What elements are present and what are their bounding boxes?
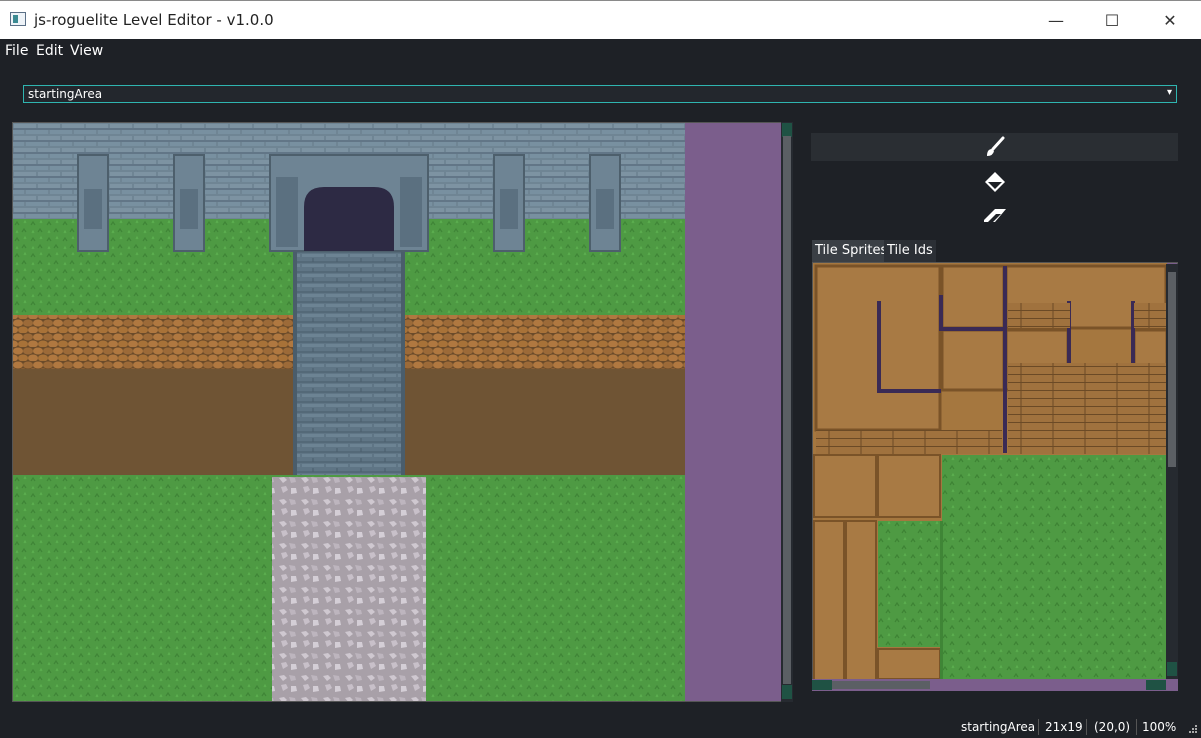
maximize-button[interactable]: ☐ — [1083, 1, 1141, 39]
window-title: js-roguelite Level Editor - v1.0.0 — [34, 11, 274, 29]
paintbrush-icon — [986, 136, 1004, 156]
menu-view[interactable]: View — [70, 43, 103, 59]
title-bar: js-roguelite Level Editor - v1.0.0 — ☐ ✕ — [0, 0, 1201, 39]
sprite-horizontal-scrollbar[interactable] — [812, 679, 1178, 691]
tile-sprite-sheet[interactable] — [812, 262, 1178, 691]
erase-tool[interactable] — [811, 202, 1178, 230]
scrollbar-thumb[interactable] — [783, 136, 791, 684]
status-level-size: 21x19 — [1045, 720, 1083, 734]
status-divider — [1086, 719, 1087, 735]
paint-tool[interactable] — [811, 133, 1178, 161]
tool-palette — [810, 131, 1178, 227]
scroll-left-arrow[interactable] — [812, 680, 832, 690]
scroll-down-arrow[interactable] — [1167, 662, 1177, 676]
sprite-sheet-image[interactable] — [813, 263, 1178, 691]
resize-grip-icon[interactable] — [1186, 724, 1198, 736]
status-divider — [1038, 719, 1039, 735]
eraser-icon — [983, 209, 1006, 222]
app-icon — [10, 12, 26, 26]
tab-tile-sprites[interactable]: Tile Sprites — [812, 240, 891, 262]
menu-bar: File Edit View — [0, 39, 1201, 63]
level-select[interactable]: startingArea ▾ — [23, 85, 1177, 103]
map-canvas[interactable] — [12, 122, 793, 702]
status-zoom: 100% — [1142, 720, 1177, 734]
minimize-button[interactable]: — — [1027, 1, 1085, 39]
scroll-down-arrow[interactable] — [782, 685, 792, 699]
fill-tool[interactable] — [811, 168, 1178, 196]
scrollbar-thumb[interactable] — [1168, 272, 1176, 467]
sprite-vertical-scrollbar[interactable] — [1166, 264, 1178, 679]
map-tiles[interactable] — [13, 123, 793, 702]
chevron-down-icon: ▾ — [1166, 87, 1172, 98]
tab-tile-ids[interactable]: Tile Ids — [884, 240, 936, 262]
status-divider — [1136, 719, 1137, 735]
menu-edit[interactable]: Edit — [36, 43, 63, 59]
menu-file[interactable]: File — [5, 43, 28, 59]
status-level-name: startingArea — [961, 720, 1036, 734]
close-button[interactable]: ✕ — [1141, 1, 1199, 39]
scroll-right-arrow[interactable] — [1146, 680, 1166, 690]
level-select-value: startingArea — [28, 87, 103, 101]
fill-bucket-icon — [984, 172, 1005, 192]
scroll-up-arrow[interactable] — [782, 123, 792, 137]
status-bar: startingArea 21x19 (20,0) 100% — [0, 716, 1201, 738]
status-coordinates: (20,0) — [1094, 720, 1131, 734]
map-vertical-scrollbar[interactable] — [781, 122, 793, 702]
scrollbar-thumb[interactable] — [832, 681, 930, 689]
